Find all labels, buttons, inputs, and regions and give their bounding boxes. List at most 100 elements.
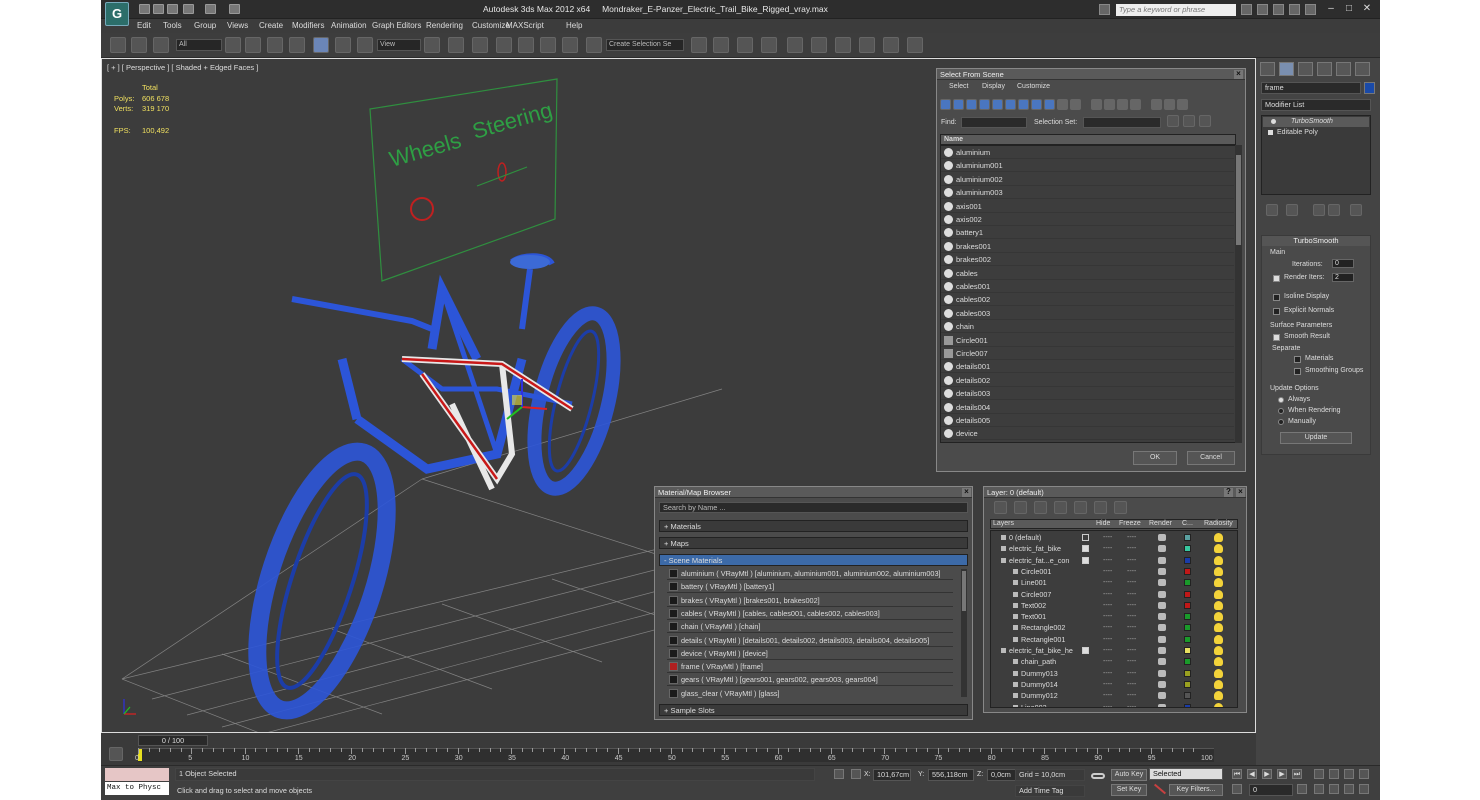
hide-toggle[interactable]: ---- [1103,589,1112,600]
menu-create[interactable]: Create [259,21,283,30]
sfs-filter-icon-8[interactable] [1031,99,1042,110]
configure-modifier-sets-icon[interactable] [1350,204,1362,216]
window-crossing-icon[interactable] [289,37,305,53]
go-to-start-icon[interactable]: ⏮ [1232,769,1242,779]
layer-column-5[interactable]: C... [1182,520,1193,527]
freeze-toggle[interactable]: ---- [1127,611,1136,622]
layer-row[interactable]: Dummy013 ---- ---- [991,668,1237,679]
sfs-filter-icon-9[interactable] [1044,99,1055,110]
iterations-spinner[interactable]: 0 [1332,259,1354,268]
layer-color-swatch[interactable] [1184,703,1191,707]
close-icon[interactable]: × [1236,488,1245,497]
unlink-icon[interactable] [131,37,147,53]
material-item[interactable]: frame ( VRayMtl ) [frame] [667,660,953,674]
radiosity-bulb-icon[interactable] [1214,702,1223,707]
create-tab-icon[interactable] [1260,62,1275,76]
layer-row[interactable]: electric_fat_bike_he ---- ---- [991,645,1237,656]
layer-row[interactable]: Line002 ---- ---- [991,702,1237,707]
menu-group[interactable]: Group [194,21,216,30]
make-unique-icon[interactable] [1313,204,1325,216]
sfs-list-item[interactable]: Circle007 [941,347,1234,360]
go-to-end-icon[interactable]: ⏭ [1292,769,1302,779]
sfs-list-item[interactable]: brakes002 [941,253,1234,267]
sfs-create-set-icon[interactable] [1167,115,1179,127]
sfs-filter-icon-10[interactable] [1057,99,1068,110]
render-toggle-icon[interactable] [1158,647,1166,654]
key-icon[interactable] [1091,773,1105,779]
3dsmax-logo-icon[interactable]: G [105,2,129,26]
hide-toggle[interactable]: ---- [1103,690,1112,701]
layer-expand-icon[interactable] [1082,545,1089,553]
freeze-toggle[interactable]: ---- [1127,543,1136,554]
absolute-mode-icon[interactable] [851,769,861,779]
zoom-icon[interactable] [1314,769,1324,779]
material-editor-icon[interactable] [835,37,851,53]
select-objects-in-layer-icon[interactable] [1054,501,1067,514]
time-slider[interactable]: 0 / 100 [138,735,208,746]
render-iters-spinner[interactable]: 2 [1332,273,1354,282]
layer-row[interactable]: Line001 ---- ---- [991,577,1237,588]
radiosity-bulb-icon[interactable] [1214,544,1223,554]
create-new-layer-icon[interactable] [994,501,1007,514]
layer-color-swatch[interactable] [1184,579,1191,587]
layer-column-6[interactable]: Radiosity [1204,520,1233,527]
freeze-toggle[interactable]: ---- [1127,690,1136,701]
sfs-list-item[interactable]: details005 [941,414,1234,427]
layer-row[interactable]: Dummy012 ---- ---- [991,690,1237,701]
mirror-icon[interactable] [691,37,707,53]
spinner-snap-icon[interactable] [562,37,578,53]
add-time-tag[interactable]: Add Time Tag [1015,785,1085,797]
layer-color-swatch[interactable] [1184,692,1191,700]
curve-editor-mini-icon[interactable] [109,747,123,761]
menu-edit[interactable]: Edit [137,21,151,30]
sfs-list-item[interactable]: cables001 [941,280,1234,293]
layer-color-swatch[interactable] [1184,590,1191,598]
motion-tab-icon[interactable] [1317,62,1332,76]
material-item[interactable]: battery ( VRayMtl ) [battery1] [667,580,953,594]
layer-color-swatch[interactable] [1184,601,1191,609]
sfs-list-item[interactable]: aluminium [941,146,1234,159]
material-item[interactable]: glass_clear ( VRayMtl ) [glass] [667,687,953,699]
selection-lock-icon[interactable] [834,769,844,779]
orbit-icon[interactable] [1344,784,1354,794]
freeze-toggle[interactable]: ---- [1127,634,1136,645]
radiosity-bulb-icon[interactable] [1214,578,1223,588]
help-search-input[interactable]: Type a keyword or phrase [1116,4,1236,16]
render-toggle-icon[interactable] [1158,534,1166,541]
modifier-list-dropdown[interactable]: Modifier List [1261,99,1371,111]
select-and-move-icon[interactable] [313,37,329,53]
perspective-viewport[interactable]: Wheels Steering [+] [Perspective] [… [101,58,1256,733]
hide-toggle[interactable]: ---- [1103,600,1112,611]
sfs-filter-icon-6[interactable] [1005,99,1016,110]
freeze-toggle[interactable]: ---- [1127,622,1136,633]
sfs-menu-select[interactable]: Select [949,83,968,90]
undo-icon[interactable] [183,4,194,14]
sfs-filter-icon-3[interactable] [966,99,977,110]
freeze-toggle[interactable]: ---- [1127,577,1136,588]
graphite-ribbon-icon[interactable] [761,37,777,53]
hierarchy-tab-icon[interactable] [1298,62,1313,76]
sfs-selection-set-dropdown[interactable] [1083,117,1161,128]
sfs-list-item[interactable]: chain [941,320,1234,334]
select-and-rotate-icon[interactable] [335,37,351,53]
sfs-list-item[interactable]: details003 [941,387,1234,401]
next-frame-icon[interactable]: ▶ [1277,769,1287,779]
layer-column-1[interactable]: Layers [993,520,1014,527]
sfs-name-column-header[interactable]: Name [940,134,1236,145]
zoom-all-icon[interactable] [1329,769,1339,779]
render-setup-icon[interactable] [859,37,875,53]
sfs-filter-icon-11[interactable] [1070,99,1081,110]
new-file-icon[interactable] [139,4,150,14]
sfs-list-item[interactable]: details004 [941,401,1234,414]
sfs-list-item[interactable]: cables002 [941,293,1234,307]
freeze-toggle[interactable]: ---- [1127,668,1136,679]
scene-materials-list[interactable]: aluminium ( VRayMtl ) [aluminium, alumin… [655,567,967,699]
open-file-icon[interactable] [153,4,164,14]
update-when-rendering-radio[interactable] [1278,408,1284,414]
material-item[interactable]: gears ( VRayMtl ) [gears001, gears002, g… [667,673,953,687]
sfs-list-item[interactable]: brakes001 [941,240,1234,253]
render-iters-checkbox[interactable] [1273,275,1280,282]
render-toggle-icon[interactable] [1158,692,1166,700]
layer-row[interactable]: electric_fat...e_con ---- ---- [991,555,1237,566]
freeze-unfreeze-all-icon[interactable] [1114,501,1127,514]
